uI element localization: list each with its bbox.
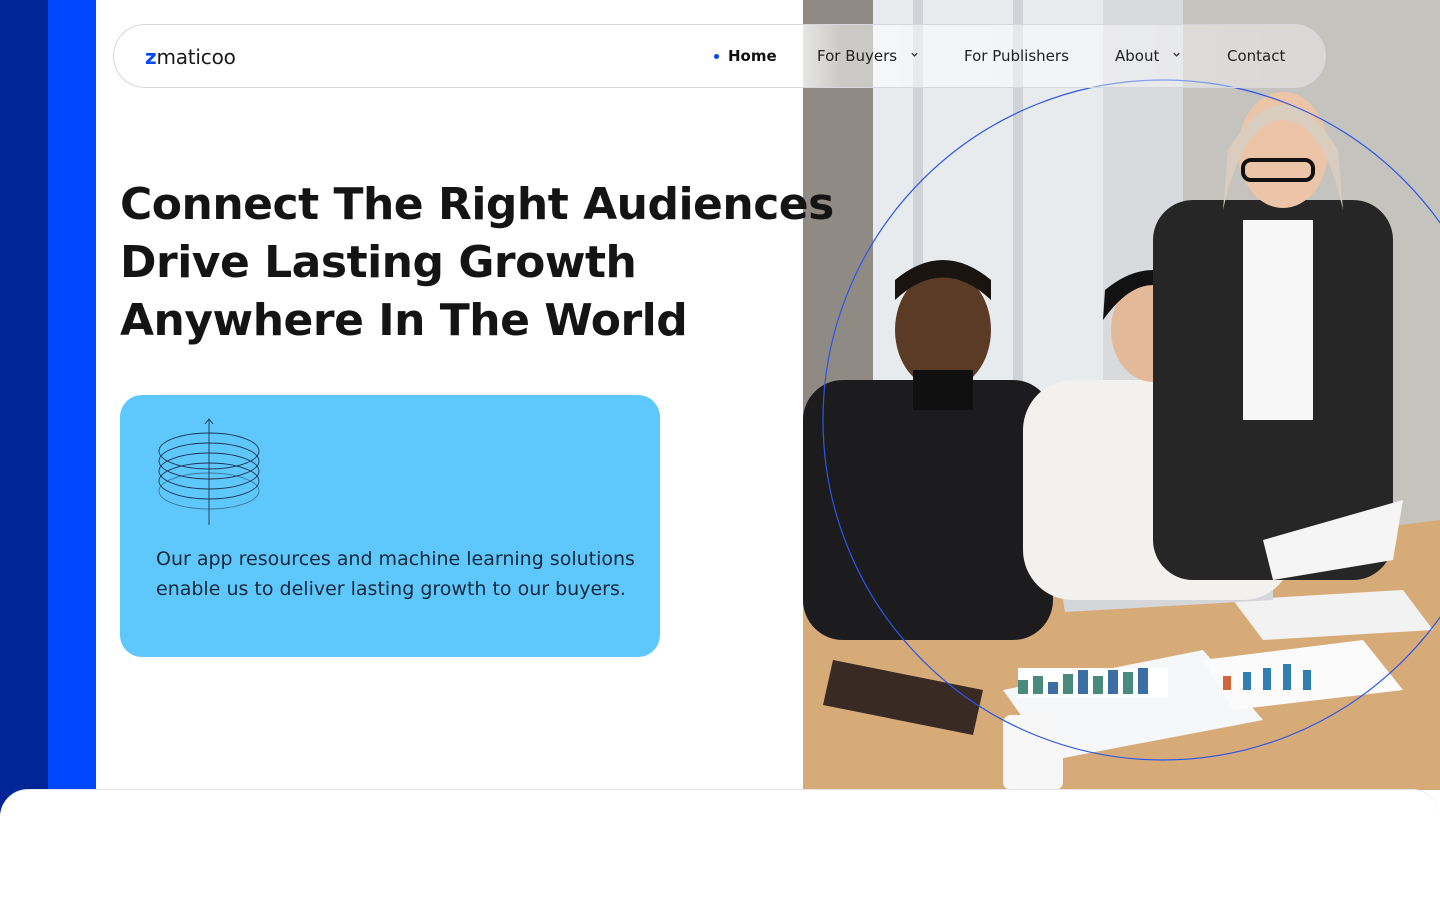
team-meeting-photo bbox=[803, 0, 1440, 790]
info-card: Our app resources and machine learning s… bbox=[120, 395, 660, 657]
nav-item-label: Contact bbox=[1227, 47, 1286, 65]
hero-heading-line-1: Connect The Right Audiences bbox=[120, 179, 834, 230]
nav-item-home[interactable]: Home bbox=[714, 47, 777, 65]
logo-text: maticoo bbox=[156, 45, 236, 69]
hero-photo bbox=[803, 0, 1440, 790]
bottom-content-panel bbox=[0, 789, 1440, 900]
nav-item-for-publishers[interactable]: For Publishers bbox=[964, 47, 1069, 65]
nav-item-contact[interactable]: Contact bbox=[1227, 47, 1285, 65]
nav-item-label: For Publishers bbox=[964, 47, 1069, 65]
hero-heading-line-2: Drive Lasting Growth bbox=[120, 237, 637, 288]
zmaticoo-logo[interactable]: zmaticoo bbox=[145, 45, 236, 69]
left-decor-stripe-blue bbox=[48, 0, 96, 900]
chevron-down-icon bbox=[911, 52, 918, 57]
main-navbar: zmaticoo Home For Buyers For Publishers … bbox=[113, 24, 1326, 88]
nav-item-about[interactable]: About bbox=[1115, 47, 1181, 65]
nav-item-for-buyers[interactable]: For Buyers bbox=[817, 47, 919, 65]
nav-item-label: About bbox=[1115, 47, 1160, 65]
hero-heading-line-3: Anywhere In The World bbox=[120, 295, 688, 346]
stacked-rings-icon bbox=[158, 418, 260, 525]
nav-item-label: For Buyers bbox=[817, 47, 898, 65]
page: zmaticoo Home For Buyers For Publishers … bbox=[0, 0, 1440, 900]
active-indicator-dot bbox=[714, 54, 719, 59]
chevron-down-icon bbox=[1173, 52, 1180, 57]
logo-prefix: z bbox=[145, 45, 157, 69]
card-description: Our app resources and machine learning s… bbox=[156, 548, 635, 600]
left-decor-stripe-dark bbox=[0, 0, 48, 900]
nav-item-label: Home bbox=[728, 47, 777, 65]
hero-heading: Connect The Right Audiences Drive Lastin… bbox=[120, 176, 834, 350]
